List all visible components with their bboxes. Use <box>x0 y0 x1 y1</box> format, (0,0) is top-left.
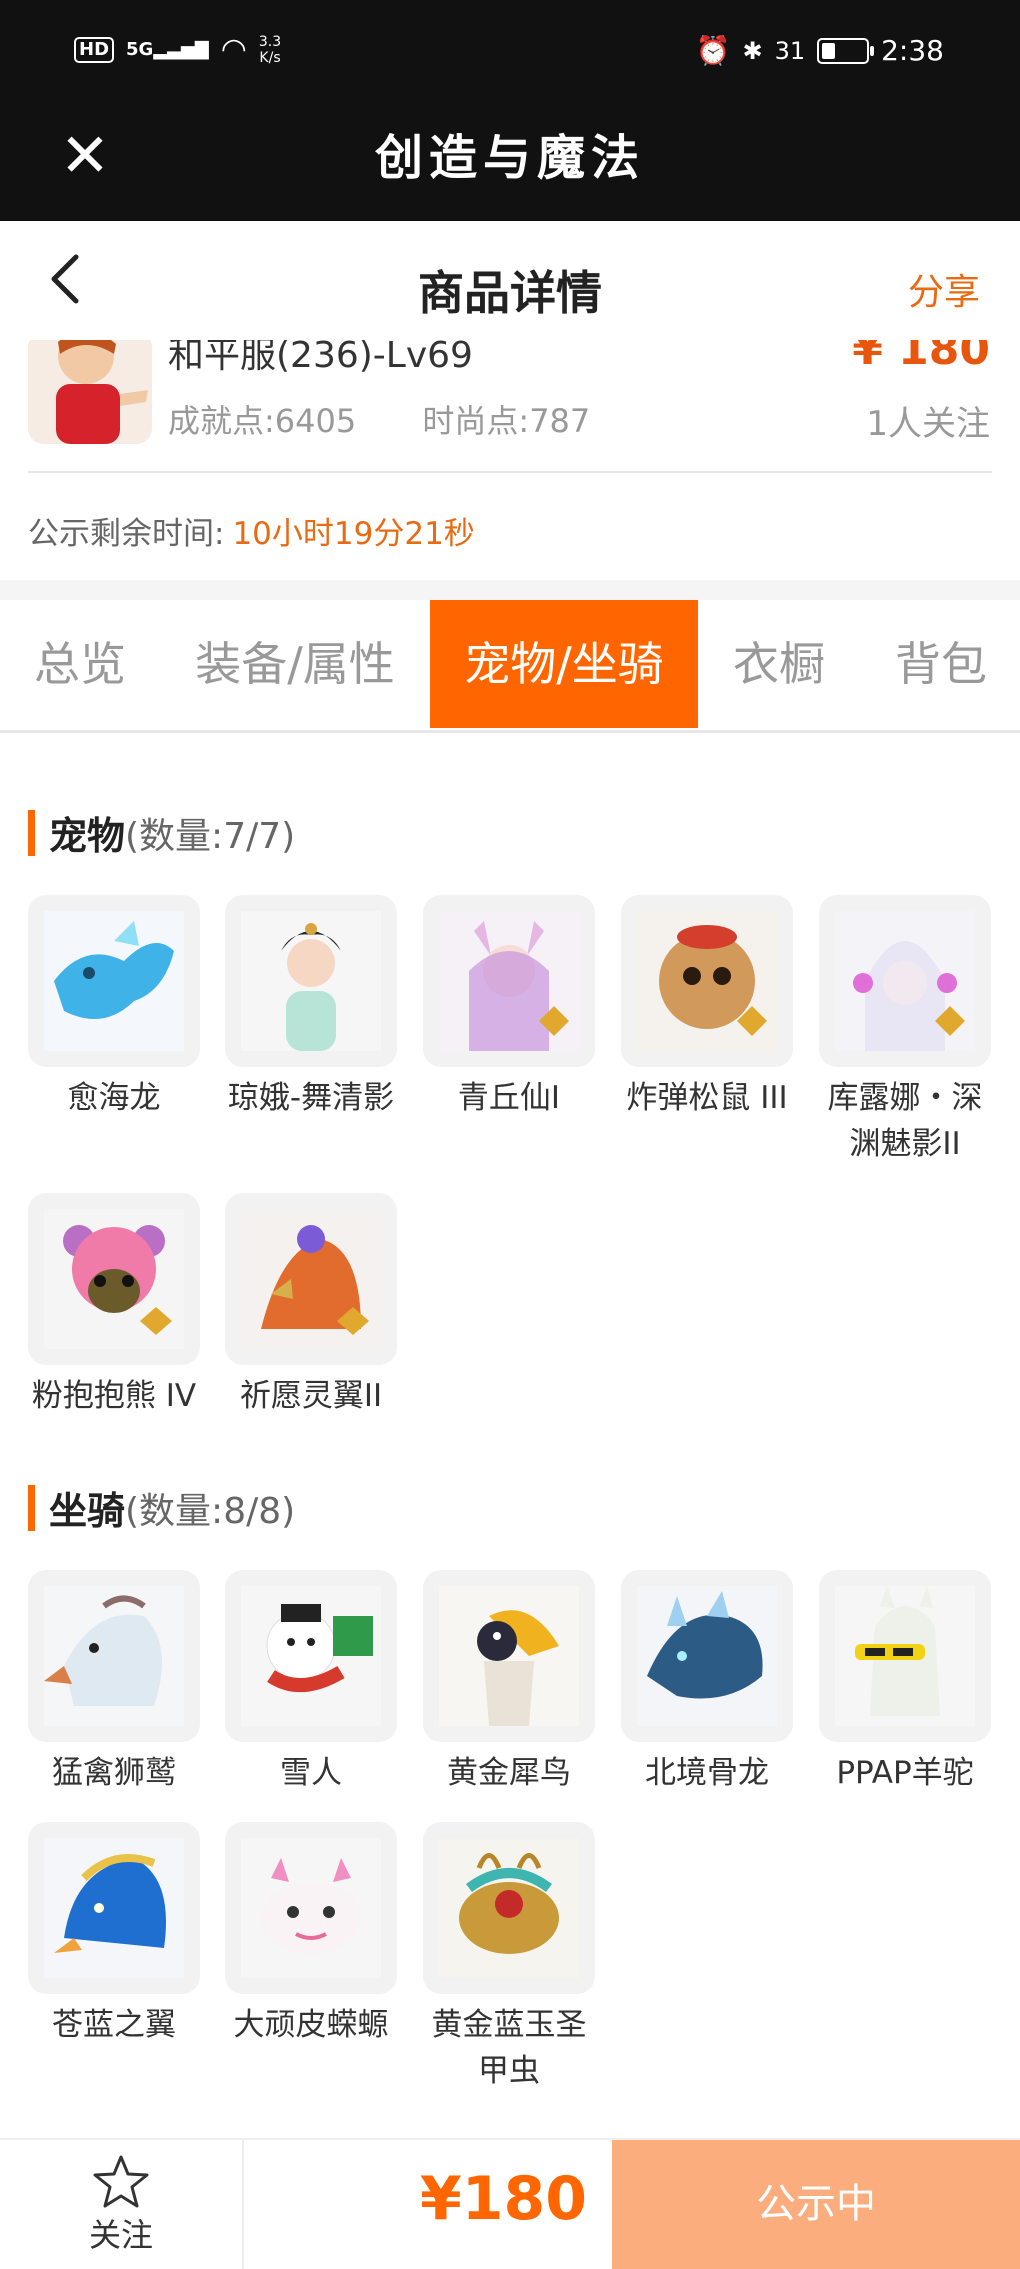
grid-item[interactable]: 库露娜・深渊魅影II <box>819 895 991 1167</box>
grid-item[interactable]: 苍蓝之翼 <box>28 1822 200 2048</box>
clock: 2:38 <box>881 34 944 67</box>
status-bar: HD 5G▂▃▅▇ ◠ 3.3 K/s ⏰ ✱ 31 2:38 <box>0 0 1020 104</box>
countdown-value: 10小时19分21秒 <box>232 516 475 552</box>
grid-item[interactable]: 粉抱抱熊 IV <box>28 1193 200 1419</box>
achievement-points: 成就点:6405 <box>168 402 357 440</box>
tab-bar: 总览 装备/属性 宠物/坐骑 衣橱 背包 <box>0 600 1020 733</box>
grid-item[interactable]: 炸弹松鼠 III <box>621 895 793 1121</box>
snowman-icon <box>225 1570 397 1742</box>
tab-equipment[interactable]: 装备/属性 <box>170 600 420 728</box>
status-left: HD 5G▂▃▅▇ ◠ 3.3 K/s <box>74 32 281 67</box>
griffin-icon <box>28 1570 200 1742</box>
hd-indicator: HD <box>74 36 115 63</box>
fashion-points: 时尚点:787 <box>422 402 591 440</box>
item-name: 猛禽狮鹫 <box>52 1755 176 1791</box>
hornbill-icon <box>423 1570 595 1742</box>
alarm-icon: ⏰ <box>695 34 731 67</box>
follow-button[interactable]: 关注 <box>0 2140 244 2269</box>
item-name: 黄金蓝玉圣甲虫 <box>431 2007 587 2089</box>
alpaca-icon <box>819 1570 991 1742</box>
bird-icon <box>225 1193 397 1365</box>
axolotl-icon <box>225 1822 397 1994</box>
item-name: 祈愿灵翼II <box>239 1378 383 1414</box>
item-name: 北境骨龙 <box>645 1755 769 1791</box>
item-name: 黄金犀鸟 <box>447 1755 571 1791</box>
dragon-icon <box>28 895 200 1067</box>
tab-pets-mounts[interactable]: 宠物/坐骑 <box>430 600 698 728</box>
item-name: 苍蓝之翼 <box>52 2007 176 2043</box>
share-button[interactable]: 分享 <box>908 263 980 315</box>
pets-section-title: 宠物 (数量:7/7) <box>28 805 295 860</box>
follow-label: 关注 <box>88 2216 153 2254</box>
fox-fairy-icon <box>423 895 595 1067</box>
grid-item[interactable]: 大顽皮蝾螈 <box>225 1822 397 2048</box>
countdown: 公示剩余时间: 10小时19分21秒 <box>28 508 475 553</box>
grid-item[interactable]: 北境骨龙 <box>621 1570 793 1796</box>
item-name: 琼娥-舞清影 <box>227 1080 395 1116</box>
phantom-icon <box>819 895 991 1067</box>
scarab-icon <box>423 1822 595 1994</box>
product-summary: 和平服(236)-Lv69 ¥ 180 成就点:6405 时尚点:787 1人关… <box>0 340 1020 580</box>
item-name: 库露娜・深渊魅影II <box>827 1080 983 1162</box>
star-icon <box>0 2154 242 2214</box>
bottom-price: ¥180 <box>420 2164 587 2234</box>
tab-backpack[interactable]: 背包 <box>866 600 1016 728</box>
grid-item[interactable]: PPAP羊驼 <box>819 1570 991 1796</box>
app-title: 创造与魔法 <box>374 130 645 186</box>
watchers-count: 1人关注 <box>866 404 990 444</box>
item-name: 炸弹松鼠 III <box>626 1080 788 1116</box>
item-name: 雪人 <box>280 1755 342 1791</box>
product-price: ¥ 180 <box>852 340 990 375</box>
app-bar: ✕ 创造与魔法 <box>0 104 1020 221</box>
bone-dragon-icon <box>621 1570 793 1742</box>
item-name: 大顽皮蝾螈 <box>233 2007 389 2043</box>
signal-icon: 5G▂▃▅▇ <box>126 39 209 60</box>
bottom-bar: 关注 ¥180 公示中 <box>0 2138 1020 2269</box>
grid-item[interactable]: 猛禽狮鹫 <box>28 1570 200 1796</box>
squirrel-icon <box>621 895 793 1067</box>
bluetooth-icon: ✱ <box>742 36 763 65</box>
item-name: 粉抱抱熊 IV <box>31 1378 197 1414</box>
grid-item[interactable]: 青丘仙I <box>423 895 595 1121</box>
item-name: 青丘仙I <box>457 1080 561 1116</box>
item-name: PPAP羊驼 <box>836 1755 974 1791</box>
section-accent-bar <box>28 809 35 856</box>
product-stats: 成就点:6405 时尚点:787 <box>168 396 646 442</box>
bear-icon <box>28 1193 200 1365</box>
item-name: 愈海龙 <box>67 1080 161 1116</box>
status-button[interactable]: 公示中 <box>612 2140 1020 2269</box>
tab-overview[interactable]: 总览 <box>0 600 160 728</box>
nav-bar: 商品详情 分享 <box>0 221 1020 351</box>
blue-wing-icon <box>28 1822 200 1994</box>
page-title: 商品详情 <box>418 266 602 320</box>
mounts-section-title: 坐骑 (数量:8/8) <box>28 1480 295 1535</box>
section-accent-bar <box>28 1484 35 1531</box>
status-right: ⏰ ✱ 31 2:38 <box>696 34 944 67</box>
character-avatar <box>28 340 152 444</box>
grid-item[interactable]: 愈海龙 <box>28 895 200 1121</box>
wifi-icon: ◠ <box>220 32 247 67</box>
product-name: 和平服(236)-Lv69 <box>168 340 473 376</box>
grid-item[interactable]: 黄金犀鸟 <box>423 1570 595 1796</box>
dancer-icon <box>225 895 397 1067</box>
grid-item[interactable]: 雪人 <box>225 1570 397 1796</box>
grid-item[interactable]: 黄金蓝玉圣甲虫 <box>423 1822 595 2094</box>
tab-wardrobe[interactable]: 衣橱 <box>708 600 850 728</box>
battery-icon <box>817 37 875 64</box>
grid-item[interactable]: 祈愿灵翼II <box>225 1193 397 1419</box>
countdown-label: 公示剩余时间: <box>28 516 225 552</box>
divider <box>28 471 992 473</box>
net-speed: 3.3 K/s <box>258 33 282 66</box>
battery-percent: 31 <box>774 36 806 65</box>
section-separator <box>0 580 1020 600</box>
grid-item[interactable]: 琼娥-舞清影 <box>225 895 397 1121</box>
